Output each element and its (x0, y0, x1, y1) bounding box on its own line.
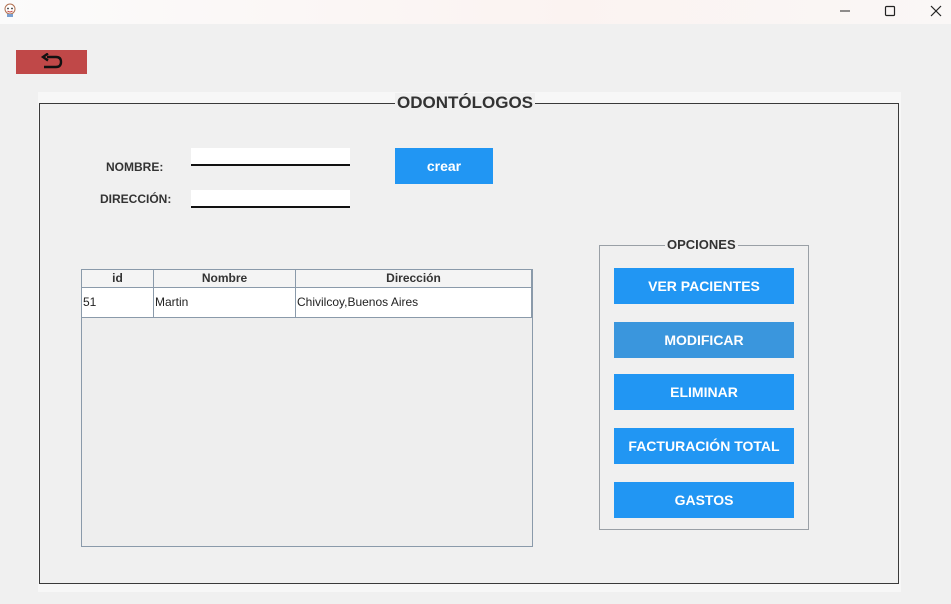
nombre-label: NOMBRE: (106, 160, 164, 174)
back-arrow-icon (40, 53, 62, 69)
minimize-icon (840, 10, 850, 12)
modificar-button[interactable]: MODIFICAR (614, 322, 794, 358)
cell-direccion[interactable]: Chivilcoy,Buenos Aires (296, 288, 532, 317)
table-row[interactable]: 51 Martin Chivilcoy,Buenos Aires (82, 288, 532, 318)
maximize-button[interactable] (867, 0, 913, 22)
minimize-button[interactable] (822, 0, 868, 22)
panel-title: ODONTÓLOGOS (395, 93, 535, 113)
ver-pacientes-button[interactable]: VER PACIENTES (614, 268, 794, 304)
odontologos-table[interactable]: id Nombre Dirección 51 Martin Chivilcoy,… (81, 269, 533, 547)
table-header: id Nombre Dirección (82, 270, 532, 288)
window-titlebar (0, 0, 951, 24)
cell-nombre[interactable]: Martin (154, 288, 296, 317)
app-icon (3, 3, 17, 17)
cell-id[interactable]: 51 (82, 288, 154, 317)
column-header-id[interactable]: id (82, 270, 154, 287)
direccion-field[interactable] (191, 190, 350, 208)
opciones-title: OPCIONES (665, 237, 738, 253)
close-icon (930, 5, 942, 17)
crear-button[interactable]: crear (395, 148, 493, 184)
direccion-label: DIRECCIÓN: (100, 192, 172, 206)
gastos-button[interactable]: GASTOS (614, 482, 794, 518)
eliminar-button[interactable]: ELIMINAR (614, 374, 794, 410)
column-header-nombre[interactable]: Nombre (154, 270, 296, 287)
nombre-field[interactable] (191, 148, 350, 166)
close-button[interactable] (913, 0, 951, 22)
facturacion-total-button[interactable]: FACTURACIÓN TOTAL (614, 428, 794, 464)
back-button[interactable] (16, 50, 87, 74)
column-header-direccion[interactable]: Dirección (296, 270, 532, 287)
maximize-icon (884, 5, 896, 17)
